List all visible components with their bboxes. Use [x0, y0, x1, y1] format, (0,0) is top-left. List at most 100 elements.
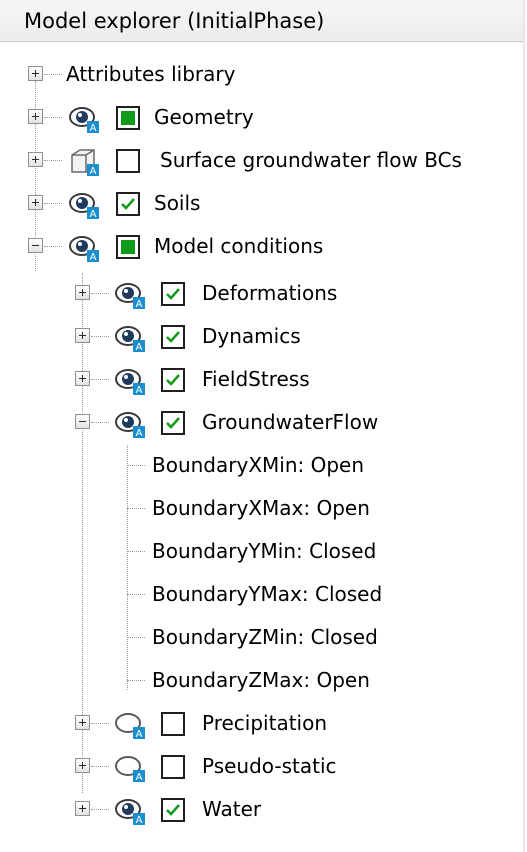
tree-line	[127, 594, 145, 595]
panel-title: Model explorer (InitialPhase)	[0, 0, 523, 42]
tree-item-soils[interactable]: A Soils	[0, 182, 523, 225]
tree-item-boundary-xmin[interactable]: BoundaryXMin: Open	[0, 444, 523, 487]
checkbox-checked[interactable]	[161, 411, 185, 435]
tree-item-label: FieldStress	[202, 367, 310, 391]
tree-line	[127, 637, 145, 638]
tree-line	[91, 379, 109, 380]
tree-item-attributes-library[interactable]: Attributes library	[0, 53, 523, 96]
tree-item-label: BoundaryYMin: Closed	[152, 539, 377, 563]
expand-plus-icon[interactable]	[28, 66, 43, 81]
tree-item-deformations[interactable]: A Deformations	[0, 272, 523, 315]
tree-item-boundary-zmax[interactable]: BoundaryZMax: Open	[0, 659, 523, 702]
checkmark-icon	[166, 288, 180, 300]
tree-item-label: Dynamics	[202, 324, 301, 348]
tree-item-model-conditions[interactable]: A Model conditions	[0, 225, 523, 268]
tree-line	[91, 809, 109, 810]
tree-item-label: GroundwaterFlow	[202, 410, 379, 434]
checkmark-icon	[166, 331, 180, 343]
tree-item-dynamics[interactable]: A Dynamics	[0, 315, 523, 358]
tree-line	[91, 293, 109, 294]
collapse-minus-icon[interactable]	[28, 238, 43, 253]
expand-plus-icon[interactable]	[28, 152, 43, 167]
tree-item-precipitation[interactable]: A Precipitation	[0, 702, 523, 745]
collapse-minus-icon[interactable]	[75, 414, 90, 429]
checkbox-unchecked[interactable]	[161, 755, 185, 779]
eye-closed-icon[interactable]: A	[114, 710, 148, 740]
svg-text:A: A	[136, 815, 143, 826]
tree-line	[91, 723, 109, 724]
svg-text:A: A	[90, 252, 97, 263]
svg-text:A: A	[136, 772, 143, 783]
tree-item-geometry[interactable]: A Geometry	[0, 96, 523, 139]
svg-text:A: A	[136, 729, 143, 740]
eye-icon[interactable]: A	[114, 280, 148, 310]
checkmark-icon	[121, 198, 135, 210]
tree-item-label: Pseudo-static	[202, 754, 337, 778]
tree-line	[127, 551, 145, 552]
eye-icon[interactable]: A	[68, 233, 102, 263]
checkbox-checked[interactable]	[161, 368, 185, 392]
svg-text:A: A	[90, 209, 97, 220]
svg-text:A: A	[90, 123, 97, 134]
tree-item-label: Model conditions	[154, 234, 324, 258]
svg-text:A: A	[90, 166, 97, 177]
eye-icon[interactable]: A	[68, 190, 102, 220]
tree-item-label: Precipitation	[202, 711, 328, 735]
checkbox-partial[interactable]	[116, 106, 140, 130]
checkbox-unchecked[interactable]	[116, 149, 140, 173]
tree-line	[44, 203, 62, 204]
tree-item-label: Deformations	[202, 281, 338, 305]
tree-item-label: BoundaryYMax: Closed	[152, 582, 383, 606]
tree-item-surface-groundwater-flow-bcs[interactable]: A Surface groundwater flow BCs	[0, 139, 523, 182]
tree-item-label: Geometry	[154, 105, 254, 129]
expand-plus-icon[interactable]	[75, 801, 90, 816]
eye-icon[interactable]: A	[114, 366, 148, 396]
expand-plus-icon[interactable]	[75, 715, 90, 730]
eye-icon[interactable]: A	[114, 796, 148, 826]
model-explorer-panel: Model explorer (InitialPhase) Attributes…	[0, 0, 525, 852]
tree-item-label: Surface groundwater flow BCs	[160, 148, 462, 172]
expand-plus-icon[interactable]	[75, 371, 90, 386]
eye-closed-icon[interactable]: A	[114, 753, 148, 783]
tree-item-pseudo-static[interactable]: A Pseudo-static	[0, 745, 523, 788]
tree-line	[44, 74, 62, 75]
tree-item-boundary-ymax[interactable]: BoundaryYMax: Closed	[0, 573, 523, 616]
svg-text:A: A	[136, 342, 143, 353]
tree-item-boundary-ymin[interactable]: BoundaryYMin: Closed	[0, 530, 523, 573]
svg-text:A: A	[136, 428, 143, 439]
tree-item-water[interactable]: A Water	[0, 788, 523, 831]
checkbox-checked[interactable]	[116, 192, 140, 216]
expand-plus-icon[interactable]	[28, 109, 43, 124]
tree-line	[91, 422, 109, 423]
tree-item-label: Attributes library	[66, 62, 236, 86]
tree-item-fieldstress[interactable]: A FieldStress	[0, 358, 523, 401]
surface-boundary-icon[interactable]: A	[68, 147, 102, 177]
checkbox-checked[interactable]	[161, 282, 185, 306]
tree-item-label: BoundaryZMin: Closed	[152, 625, 378, 649]
tree-item-label: BoundaryXMax: Open	[152, 496, 370, 520]
checkbox-unchecked[interactable]	[161, 712, 185, 736]
svg-text:A: A	[136, 385, 143, 396]
tree-item-groundwaterflow[interactable]: A GroundwaterFlow	[0, 401, 523, 444]
tree-item-label: Soils	[154, 191, 201, 215]
expand-plus-icon[interactable]	[75, 285, 90, 300]
eye-icon[interactable]: A	[114, 409, 148, 439]
expand-plus-icon[interactable]	[28, 195, 43, 210]
svg-text:A: A	[136, 299, 143, 310]
checkbox-partial[interactable]	[116, 235, 140, 259]
tree-line	[127, 465, 145, 466]
checkbox-checked[interactable]	[161, 325, 185, 349]
tree-line	[44, 117, 62, 118]
tree-line	[91, 336, 109, 337]
tree-line	[44, 246, 62, 247]
tree-item-label: BoundaryXMin: Open	[152, 453, 365, 477]
tree-item-boundary-zmin[interactable]: BoundaryZMin: Closed	[0, 616, 523, 659]
tree-line	[91, 766, 109, 767]
eye-icon[interactable]: A	[68, 104, 102, 134]
expand-plus-icon[interactable]	[75, 328, 90, 343]
checkmark-icon	[166, 374, 180, 386]
eye-icon[interactable]: A	[114, 323, 148, 353]
tree-item-boundary-xmax[interactable]: BoundaryXMax: Open	[0, 487, 523, 530]
expand-plus-icon[interactable]	[75, 758, 90, 773]
checkbox-checked[interactable]	[161, 798, 185, 822]
